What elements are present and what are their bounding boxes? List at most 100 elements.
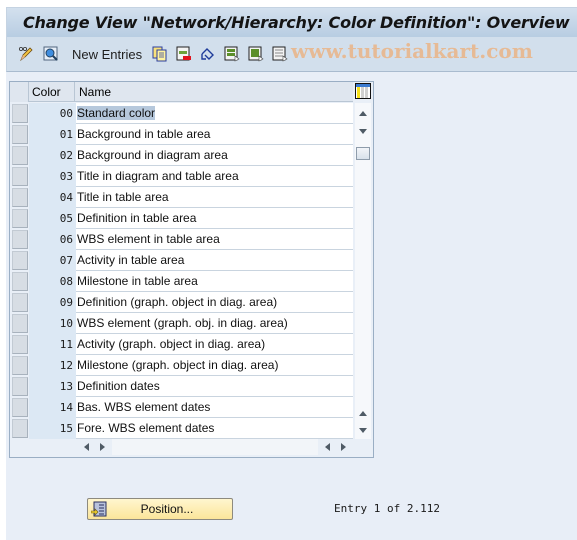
row-selector[interactable] (12, 314, 28, 333)
table-row[interactable]: 12 Milestone (graph. object in diag. area… (10, 355, 353, 376)
row-selector[interactable] (12, 209, 28, 228)
row-selector[interactable] (12, 104, 28, 123)
color-key-cell: 06 (29, 229, 76, 250)
color-name-field[interactable]: Activity in table area (76, 250, 353, 271)
scroll-left-end-button[interactable] (319, 439, 335, 455)
color-key-cell: 14 (29, 397, 76, 418)
table-row[interactable]: 06 WBS element in table area (10, 229, 353, 250)
color-name-text: Background in table area (77, 127, 211, 141)
row-selector[interactable] (12, 251, 28, 270)
row-selector[interactable] (12, 419, 28, 438)
table-row[interactable]: 07 Activity in table area (10, 250, 353, 271)
color-key-cell: 00 (29, 103, 76, 124)
arrow-up-icon (359, 410, 367, 416)
application-toolbar: New Entries www.tutorialkart.com (6, 37, 577, 72)
row-selector[interactable] (12, 188, 28, 207)
row-selector[interactable] (12, 293, 28, 312)
details-button[interactable] (43, 46, 59, 62)
color-name-field[interactable]: Definition dates (76, 376, 353, 397)
scroll-left-button[interactable] (78, 439, 94, 455)
color-name-text: Background in diagram area (77, 148, 228, 162)
row-selector[interactable] (12, 335, 28, 354)
page-up-button[interactable] (355, 405, 371, 421)
table-row[interactable]: 13 Definition dates (10, 376, 353, 397)
table-row[interactable]: 10 WBS element (graph. obj. in diag. area… (10, 313, 353, 334)
copy-as-button[interactable] (152, 46, 168, 62)
color-name-field[interactable]: Definition in table area (76, 208, 353, 229)
color-name-field[interactable]: Title in table area (76, 187, 353, 208)
color-name-text: Title in diagram and table area (77, 169, 239, 183)
color-name-field[interactable]: Bas. WBS element dates (76, 397, 353, 418)
column-header-name[interactable]: Name (76, 82, 353, 102)
scroll-right-button[interactable] (94, 439, 110, 455)
horizontal-scrollbar[interactable] (76, 439, 353, 455)
table-row[interactable]: 14 Bas. WBS element dates (10, 397, 353, 418)
row-selector[interactable] (12, 125, 28, 144)
color-name-field[interactable]: Milestone in table area (76, 271, 353, 292)
undo-change-button[interactable] (200, 46, 216, 62)
arrow-left-icon (324, 443, 330, 451)
table-row[interactable]: 11 Activity (graph. object in diag. area) (10, 334, 353, 355)
vertical-scrollbar[interactable] (355, 103, 371, 439)
color-name-field[interactable]: WBS element (graph. obj. in diag. area) (76, 313, 353, 334)
row-selector[interactable] (12, 272, 28, 291)
select-block-button[interactable] (248, 46, 264, 62)
sap-screen: Change View "Network/Hierarchy: Color De… (6, 7, 577, 540)
column-settings-icon (355, 83, 371, 99)
arrow-down-icon (359, 128, 367, 134)
scroll-down-button[interactable] (355, 123, 371, 139)
color-key-cell: 03 (29, 166, 76, 187)
scroll-right-end-button[interactable] (335, 439, 351, 455)
table-row[interactable]: 04 Title in table area (10, 187, 353, 208)
arrow-left-icon (83, 443, 89, 451)
row-selector[interactable] (12, 230, 28, 249)
color-name-field[interactable]: Title in diagram and table area (76, 166, 353, 187)
horizontal-scroll-track[interactable] (112, 439, 318, 455)
color-name-text: Title in table area (77, 190, 169, 204)
select-all-button[interactable] (224, 46, 240, 62)
copy-icon (152, 46, 167, 62)
table-row[interactable]: 08 Milestone in table area (10, 271, 353, 292)
table-settings-button[interactable] (355, 83, 371, 99)
deselect-all-icon (272, 46, 288, 62)
row-selector[interactable] (12, 377, 28, 396)
position-button[interactable]: Position... (87, 498, 233, 520)
row-selector[interactable] (12, 398, 28, 417)
delete-button[interactable] (176, 46, 192, 62)
color-key-cell: 02 (29, 145, 76, 166)
row-selector[interactable] (12, 146, 28, 165)
deselect-all-button[interactable] (272, 46, 288, 62)
pencil-glasses-icon (18, 46, 33, 62)
arrow-up-icon (359, 110, 367, 116)
table-row[interactable]: 02 Background in diagram area (10, 145, 353, 166)
color-name-field[interactable]: Background in diagram area (76, 145, 353, 166)
table-row[interactable]: 09 Definition (graph. object in diag. are… (10, 292, 353, 313)
magnifier-icon (43, 46, 58, 61)
color-name-field[interactable]: WBS element in table area (76, 229, 353, 250)
table-body: 00 Standard color 01 Background in table ar… (10, 103, 353, 439)
row-selector[interactable] (12, 356, 28, 375)
color-name-field[interactable]: Standard color (76, 103, 353, 124)
table-row[interactable]: 00 Standard color (10, 103, 353, 124)
delete-row-icon (176, 46, 191, 61)
arrow-right-icon (99, 443, 105, 451)
page-down-button[interactable] (355, 422, 371, 438)
display-change-button[interactable] (18, 46, 34, 62)
color-name-field[interactable]: Background in table area (76, 124, 353, 145)
table-row[interactable]: 15 Fore. WBS element dates (10, 418, 353, 439)
new-entries-button[interactable]: New Entries (72, 47, 142, 62)
table-row[interactable]: 03 Title in diagram and table area (10, 166, 353, 187)
color-name-field[interactable]: Activity (graph. object in diag. area) (76, 334, 353, 355)
column-header-color[interactable]: Color (29, 82, 75, 102)
select-all-rows-button[interactable] (10, 82, 29, 102)
color-name-field[interactable]: Milestone (graph. object in diag. area) (76, 355, 353, 376)
color-name-field[interactable]: Fore. WBS element dates (76, 418, 353, 439)
row-selector[interactable] (12, 167, 28, 186)
color-name-field[interactable]: Definition (graph. object in diag. area) (76, 292, 353, 313)
color-key-cell: 11 (29, 334, 76, 355)
scroll-up-button[interactable] (355, 105, 371, 121)
table-row[interactable]: 05 Definition in table area (10, 208, 353, 229)
undo-icon (201, 48, 214, 60)
scrollbar-thumb[interactable] (356, 147, 370, 160)
table-row[interactable]: 01 Background in table area (10, 124, 353, 145)
